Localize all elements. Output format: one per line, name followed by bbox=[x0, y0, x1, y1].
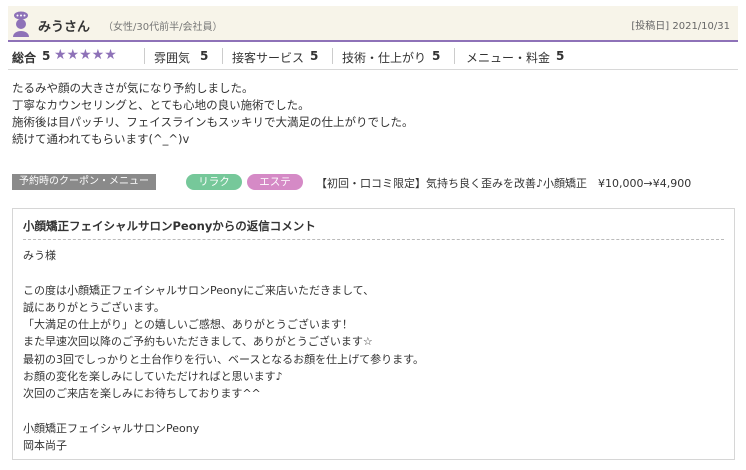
atmosphere-value: 5 bbox=[200, 49, 209, 63]
reply-line: この度は小顔矯正フェイシャルサロンPeonyにご来店いただきまして、 bbox=[23, 283, 375, 297]
menu-price-label: メニュー・料金 bbox=[466, 51, 551, 65]
reviewer-name: みうさん bbox=[38, 20, 91, 35]
rating-stars: ★★★★★ bbox=[54, 47, 117, 63]
overall-rating-label: 総合 bbox=[12, 51, 37, 65]
coupon-link[interactable]: 【初回・口コミ限定】気持ち良く歪みを改善♪小顔矯正 ¥10,000→¥4,900 bbox=[316, 175, 691, 191]
reviewer-meta: （女性/30代前半/会社員） bbox=[103, 22, 223, 33]
reply-title: 小顔矯正フェイシャルサロンPeonyからの返信コメント bbox=[23, 219, 316, 233]
reply-line: 岡本尚子 bbox=[23, 439, 67, 453]
tag-relax[interactable]: リラク bbox=[186, 174, 242, 190]
ratings-bar: 総合 5 ★★★★★ 雰囲気 5 接客サービス 5 技術・仕上がり 5 メニュー… bbox=[8, 42, 738, 70]
ratings-divider bbox=[144, 48, 145, 64]
review-line: たるみや顔の大きさが気になり予約しました。 bbox=[12, 81, 254, 95]
technique-value: 5 bbox=[432, 49, 441, 63]
overall-rating-value: 5 bbox=[42, 49, 51, 63]
review-text: たるみや顔の大きさが気になり予約しました。 丁寧なカウンセリングと、とても心地の… bbox=[12, 80, 732, 148]
service-value: 5 bbox=[310, 49, 319, 63]
technique-label: 技術・仕上がり bbox=[342, 51, 427, 65]
reply-body: みう様 この度は小顔矯正フェイシャルサロンPeonyにご来店いただきまして、 誠… bbox=[23, 247, 424, 455]
tag-esthe[interactable]: エステ bbox=[247, 174, 303, 190]
review-line: 丁寧なカウンセリングと、とても心地の良い施術でした。 bbox=[12, 98, 310, 112]
reply-line: お顔の変化を楽しみにしていただければと思います♪ bbox=[23, 370, 283, 384]
ratings-divider bbox=[454, 48, 455, 64]
ratings-divider bbox=[332, 48, 333, 64]
reply-line bbox=[23, 264, 424, 281]
reply-divider bbox=[23, 239, 724, 240]
service-label: 接客サービス bbox=[232, 51, 305, 65]
review-header: みうさん （女性/30代前半/会社員） [投稿日] 2021/10/31 bbox=[8, 6, 738, 42]
reply-line: 次回のご来店を楽しみにお待ちしております^^ bbox=[23, 387, 261, 401]
review-line: 続けて通われてもらいます(^_^)v bbox=[12, 132, 190, 146]
coupon-menu-label: 予約時のクーポン・メニュー bbox=[12, 174, 156, 190]
reply-line: また早速次回以降のご予約もいただきまして、ありがとうございます☆ bbox=[23, 335, 373, 349]
user-avatar-icon bbox=[13, 11, 29, 37]
menu-price-value: 5 bbox=[556, 49, 565, 63]
reply-line: 小顔矯正フェイシャルサロンPeony bbox=[23, 421, 200, 435]
reply-line: 最初の3回でしっかりと土台作りを行い、ベースとなるお顔を仕上げて参ります。 bbox=[23, 352, 425, 366]
reply-line bbox=[23, 403, 424, 420]
post-date: [投稿日] 2021/10/31 bbox=[631, 21, 730, 32]
review-line: 施術後は目パッチリ、フェイスラインもスッキリで大満足の仕上がりでした。 bbox=[12, 115, 414, 129]
reply-line: 「大満足の仕上がり」との嬉しいご感想、ありがとうございます！ bbox=[23, 318, 353, 332]
reply-line: 誠にありがとうございます。 bbox=[23, 300, 165, 314]
atmosphere-label: 雰囲気 bbox=[154, 51, 191, 65]
salon-reply: 小顔矯正フェイシャルサロンPeonyからの返信コメント みう様 この度は小顔矯正… bbox=[12, 208, 735, 460]
ratings-divider bbox=[222, 48, 223, 64]
reply-line: みう様 bbox=[23, 249, 56, 262]
